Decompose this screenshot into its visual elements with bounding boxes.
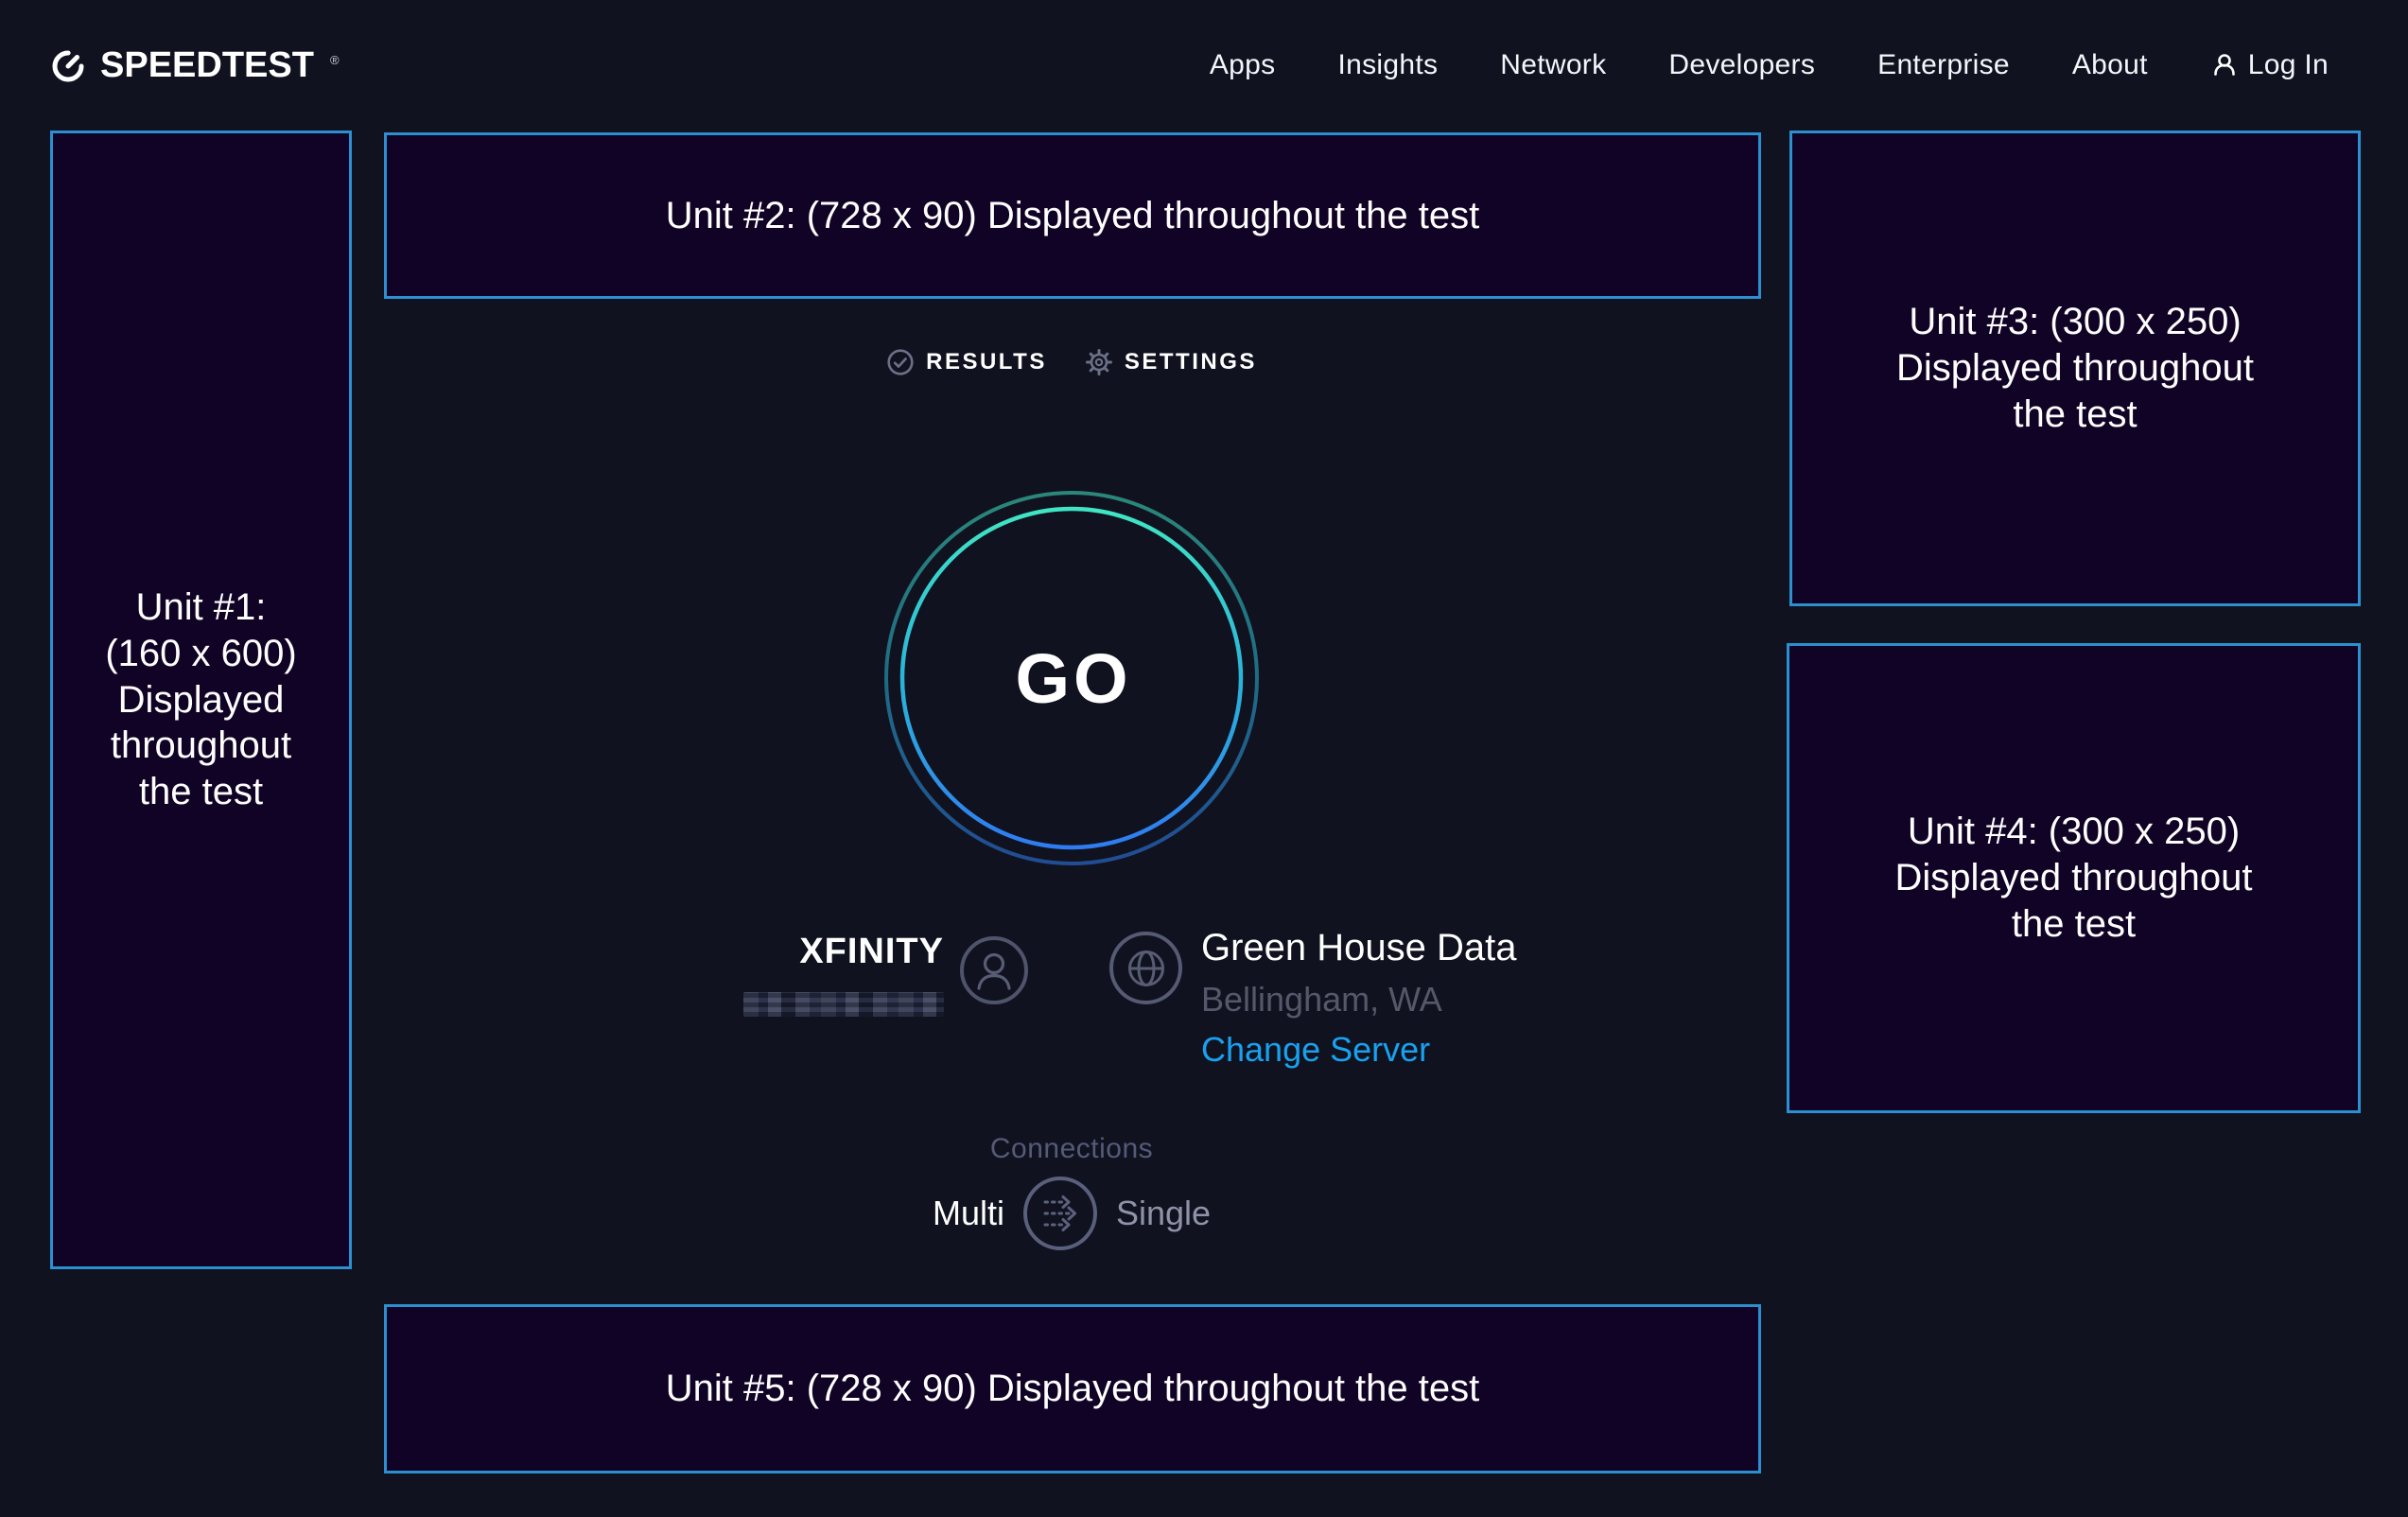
connections-single-label[interactable]: Single	[1116, 1194, 1211, 1233]
nav-item-about[interactable]: About	[2072, 49, 2148, 81]
globe-icon	[1118, 940, 1175, 997]
speedtest-gauge-icon	[50, 47, 86, 83]
nav-links: Apps Insights Network Developers Enterpr…	[1210, 49, 2329, 81]
ad-unit-5[interactable]: Unit #5: (728 x 90) Displayed throughout…	[384, 1304, 1761, 1473]
isp-user-badge	[960, 936, 1028, 1004]
server-globe-badge	[1109, 932, 1182, 1004]
top-nav: SPEEDTEST ® Apps Insights Network Develo…	[0, 0, 2408, 131]
ad-unit-3-text: Unit #3: (300 x 250) Displayed throughou…	[1896, 299, 2254, 437]
redacted-ip	[743, 992, 944, 1017]
go-button[interactable]: GO	[882, 489, 1261, 867]
logo-text: SPEEDTEST	[100, 47, 314, 83]
gear-icon	[1085, 348, 1113, 376]
registered-mark: ®	[330, 53, 340, 67]
ad-unit-4[interactable]: Unit #4: (300 x 250) Displayed throughou…	[1787, 643, 2361, 1113]
nav-item-network[interactable]: Network	[1500, 49, 1606, 81]
server-location: Bellingham, WA	[1201, 981, 1517, 1019]
ad-unit-5-text: Unit #5: (728 x 90) Displayed throughout…	[666, 1366, 1480, 1412]
nav-item-apps[interactable]: Apps	[1210, 49, 1276, 81]
connections-heading: Connections	[903, 1133, 1240, 1165]
nav-item-insights[interactable]: Insights	[1337, 49, 1438, 81]
login-label: Log In	[2248, 49, 2329, 81]
server-details: Green House Data Bellingham, WA Change S…	[1201, 926, 1517, 1069]
connection-info: XFINITY Green House Data Bellingham, WA …	[719, 932, 1627, 1092]
nav-item-enterprise[interactable]: Enterprise	[1877, 49, 2010, 81]
ad-unit-2[interactable]: Unit #2: (728 x 90) Displayed throughout…	[384, 132, 1761, 299]
ad-unit-1-text: Unit #1: (160 x 600) Displayed throughou…	[105, 584, 296, 815]
check-circle-icon	[886, 348, 915, 376]
login-button[interactable]: Log In	[2210, 49, 2329, 81]
view-tabs: RESULTS SETTINGS	[769, 348, 1374, 376]
tab-results-label: RESULTS	[926, 349, 1047, 375]
user-icon	[964, 940, 1024, 1001]
connections-section: Connections Multi Single	[903, 1133, 1240, 1250]
tab-settings-label: SETTINGS	[1125, 349, 1257, 375]
tab-settings[interactable]: SETTINGS	[1085, 348, 1257, 376]
nav-item-developers[interactable]: Developers	[1668, 49, 1815, 81]
speedtest-page: SPEEDTEST ® Apps Insights Network Develo…	[0, 0, 2408, 1517]
isp-name: XFINITY	[799, 932, 944, 972]
multi-connections-arrows-icon	[1029, 1182, 1091, 1245]
ad-unit-3[interactable]: Unit #3: (300 x 250) Displayed throughou…	[1789, 131, 2361, 606]
go-label: GO	[882, 489, 1261, 867]
person-icon	[2210, 51, 2239, 79]
server-name: Green House Data	[1201, 926, 1517, 969]
connections-toggle-button[interactable]	[1023, 1177, 1097, 1250]
connections-toggle-row: Multi Single	[903, 1177, 1240, 1250]
change-server-link[interactable]: Change Server	[1201, 1031, 1430, 1069]
ad-unit-4-text: Unit #4: (300 x 250) Displayed throughou…	[1894, 809, 2252, 947]
ad-unit-1[interactable]: Unit #1: (160 x 600) Displayed throughou…	[50, 131, 352, 1269]
ad-unit-2-text: Unit #2: (728 x 90) Displayed throughout…	[666, 193, 1480, 239]
logo[interactable]: SPEEDTEST ®	[50, 47, 340, 83]
tab-results[interactable]: RESULTS	[886, 348, 1047, 376]
connections-multi-label[interactable]: Multi	[933, 1194, 1004, 1233]
